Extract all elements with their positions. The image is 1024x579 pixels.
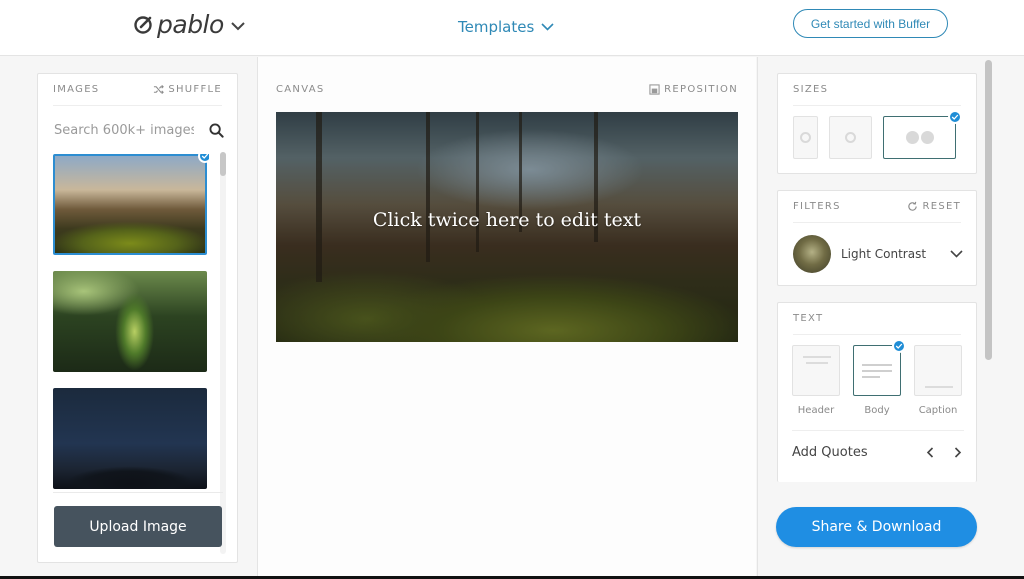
- image-search-input[interactable]: [54, 122, 194, 138]
- templates-label: Templates: [458, 18, 535, 36]
- quotes-navigation: [924, 446, 964, 459]
- text-option-label: Caption: [918, 405, 958, 416]
- sizes-title: SIZES: [793, 84, 829, 95]
- add-quotes-row: Add Quotes: [792, 430, 964, 474]
- selected-filter-name: Light Contrast: [841, 247, 927, 261]
- right-panel-scrollbar[interactable]: [985, 57, 993, 363]
- text-panel-header: TEXT: [793, 303, 961, 335]
- twitter-icon: [920, 131, 934, 144]
- pablo-logo[interactable]: pablo: [133, 11, 246, 39]
- right-panel-scrollbar-thumb[interactable]: [985, 60, 992, 360]
- images-panel: IMAGES SHUFFLE Search 600k+ images Uploa…: [37, 73, 238, 563]
- reset-icon: [908, 201, 918, 211]
- text-layout-line: [862, 370, 892, 372]
- upload-image-button[interactable]: Upload Image: [54, 506, 222, 547]
- design-canvas[interactable]: Click twice here to edit text: [276, 112, 738, 342]
- selected-check-icon: [948, 110, 962, 124]
- pinterest-icon: [800, 132, 811, 143]
- shuffle-icon: [154, 84, 165, 95]
- canvas-title: CANVAS: [276, 84, 325, 95]
- chevron-right-icon[interactable]: [951, 446, 964, 459]
- reset-label: RESET: [922, 201, 961, 212]
- image-thumbnail[interactable]: [53, 154, 209, 255]
- get-started-button[interactable]: Get started with Buffer: [793, 9, 948, 38]
- shuffle-label: SHUFFLE: [168, 84, 222, 95]
- add-quotes-label: Add Quotes: [792, 445, 868, 460]
- logo-text: pablo: [157, 10, 224, 39]
- filters-panel: FILTERS RESET Light Contrast: [777, 190, 977, 286]
- right-column: SIZES FILTERS RESET Light Contrast TEXT …: [757, 57, 1024, 576]
- share-download-button[interactable]: Share & Download: [776, 507, 977, 547]
- size-option-instagram[interactable]: [829, 116, 872, 159]
- filters-title: FILTERS: [793, 201, 841, 212]
- reposition-icon: [649, 84, 660, 95]
- text-title: TEXT: [793, 313, 824, 324]
- filter-dropdown[interactable]: Light Contrast: [793, 234, 963, 274]
- text-panel: TEXT Header Body Caption Add Quotes: [777, 302, 977, 482]
- center-column: CANVAS REPOSITION Click twice here to ed…: [258, 57, 756, 576]
- reposition-label: REPOSITION: [664, 84, 738, 95]
- shuffle-button[interactable]: SHUFFLE: [153, 84, 222, 95]
- text-option-body[interactable]: [853, 345, 901, 396]
- instagram-icon: [845, 132, 856, 143]
- image-thumbnail[interactable]: [53, 388, 207, 489]
- selected-check-icon: [892, 339, 906, 353]
- text-layout-line: [862, 364, 892, 366]
- filter-preview-thumbnail: [793, 235, 831, 273]
- top-bar: pablo Templates Get started with Buffer: [0, 0, 1024, 56]
- text-option-label: Body: [864, 405, 890, 416]
- chevron-down-icon: [231, 22, 245, 31]
- images-scrollbar-thumb[interactable]: [220, 152, 226, 176]
- sizes-panel: SIZES: [777, 73, 977, 174]
- text-layout-line: [862, 376, 880, 378]
- image-thumbnail-list: [53, 154, 209, 556]
- text-option-label: Header: [797, 405, 835, 416]
- templates-dropdown[interactable]: Templates: [458, 18, 554, 36]
- reposition-button[interactable]: REPOSITION: [649, 84, 738, 95]
- reset-filter-button[interactable]: RESET: [907, 201, 961, 212]
- chevron-left-icon[interactable]: [924, 446, 937, 459]
- text-option-header[interactable]: [792, 345, 840, 396]
- images-scrollbar[interactable]: [220, 152, 226, 554]
- canvas-header: CANVAS REPOSITION: [276, 84, 738, 95]
- selected-check-icon: [198, 154, 209, 163]
- text-layout-line: [803, 356, 831, 358]
- text-layout-line: [925, 386, 953, 388]
- sizes-panel-header: SIZES: [793, 74, 961, 106]
- images-panel-header: IMAGES SHUFFLE: [53, 74, 222, 106]
- text-option-caption[interactable]: [914, 345, 962, 396]
- facebook-icon: [905, 131, 919, 144]
- image-search: [54, 118, 224, 142]
- size-option-facebook-twitter[interactable]: [883, 116, 956, 159]
- chevron-down-icon: [950, 250, 963, 258]
- canvas-overlay-text[interactable]: Click twice here to edit text: [276, 209, 738, 231]
- filters-panel-header: FILTERS RESET: [793, 191, 961, 223]
- left-column: IMAGES SHUFFLE Search 600k+ images Uploa…: [0, 57, 258, 576]
- text-layout-line: [806, 362, 828, 364]
- search-icon[interactable]: [209, 122, 224, 138]
- divider: [53, 492, 223, 493]
- chevron-down-icon: [541, 23, 554, 31]
- images-title: IMAGES: [53, 84, 100, 95]
- pablo-logo-icon: [134, 16, 152, 34]
- image-thumbnail[interactable]: [53, 271, 207, 372]
- size-option-pinterest[interactable]: [793, 116, 818, 159]
